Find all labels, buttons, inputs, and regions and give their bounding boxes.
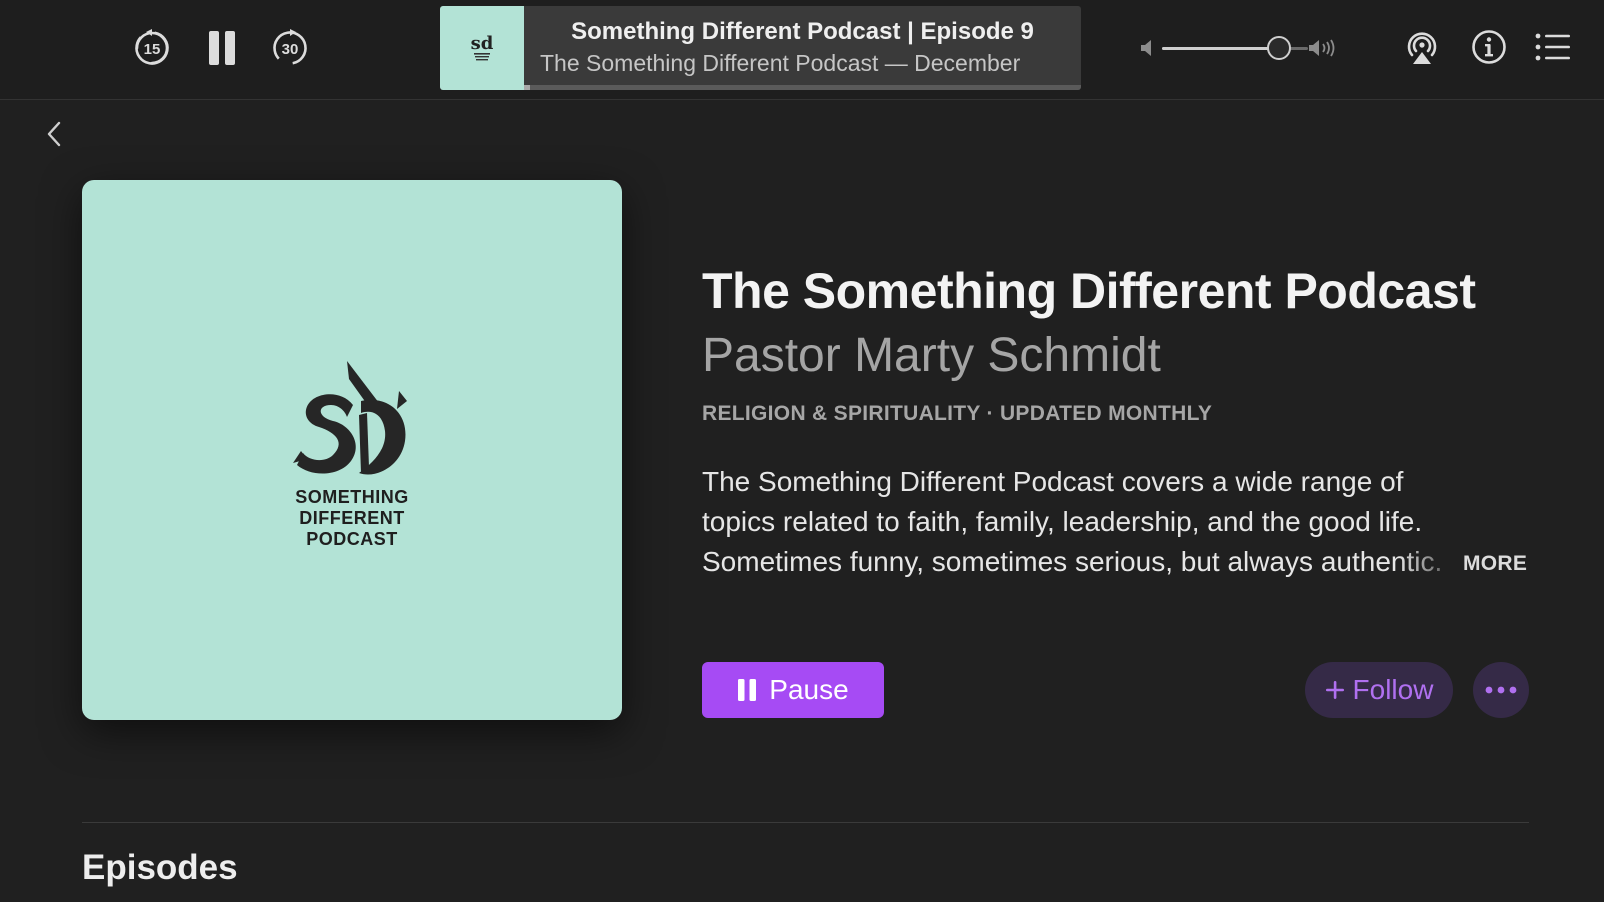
follow-button-label: Follow: [1352, 674, 1434, 705]
playback-progress-bar[interactable]: [524, 85, 1081, 90]
now-playing-subtitle: The Something Different Podcast — Decemb…: [540, 50, 1021, 76]
section-divider: [82, 822, 1529, 823]
podcast-app-window: 15 30 sd Something Different Podcast | E…: [0, 0, 1604, 902]
pause-icon: [738, 679, 757, 701]
volume-control: [1140, 30, 1338, 66]
svg-text:sd: sd: [471, 33, 494, 54]
cover-title-text: SOMETHING DIFFERENT PODCAST: [82, 487, 622, 550]
skip-forward-button[interactable]: 30: [270, 28, 310, 68]
podcast-update-frequency: UPDATED MONTHLY: [999, 402, 1213, 425]
cover-text-line-1: SOMETHING: [295, 487, 409, 507]
volume-slider-fill: [1162, 47, 1279, 50]
description-more-link[interactable]: MORE: [1463, 552, 1527, 576]
airplay-icon: [1407, 32, 1437, 64]
podcast-category[interactable]: RELIGION & SPIRITUALITY: [702, 402, 980, 425]
episodes-heading: Episodes: [82, 848, 238, 887]
playback-progress-fill: [524, 85, 530, 90]
now-playing-title: Something Different Podcast | Episode 9: [571, 18, 1034, 45]
volume-low-icon: [1141, 40, 1151, 56]
chevron-left-icon: [47, 121, 61, 147]
info-button[interactable]: [1471, 29, 1507, 65]
skip-back-label: 15: [143, 41, 161, 58]
cover-text-line-3: PODCAST: [306, 529, 398, 549]
playback-toolbar: 15 30 sd Something Different Podcast | E…: [0, 0, 1604, 100]
now-playing-subtitle-container: The Something Different Podcast — Decemb…: [540, 50, 1063, 77]
plus-icon: [1325, 681, 1344, 699]
volume-slider-knob[interactable]: [1266, 36, 1291, 60]
podcast-logo-icon: sd: [471, 33, 494, 61]
ellipsis-icon: [1485, 686, 1517, 694]
skip-forward-label: 30: [281, 41, 299, 58]
sd-monogram-icon: [293, 361, 407, 475]
airplay-button[interactable]: [1403, 29, 1441, 67]
podcast-cover-art: SOMETHING DIFFERENT PODCAST: [82, 180, 622, 720]
pause-button[interactable]: Pause: [702, 662, 884, 718]
pause-button-label: Pause: [769, 674, 849, 705]
podcast-description-container: The Something Different Podcast covers a…: [702, 462, 1528, 586]
info-icon: [1472, 30, 1506, 64]
back-button[interactable]: [40, 118, 68, 150]
toolbar-pause-button[interactable]: [204, 28, 240, 68]
podcast-author[interactable]: Pastor Marty Schmidt: [702, 328, 1161, 383]
pause-icon: [209, 31, 235, 65]
podcast-meta: RELIGION & SPIRITUALITY · UPDATED MONTHL…: [702, 402, 1212, 426]
now-playing-artwork: sd: [440, 6, 524, 90]
description-fade: [1398, 546, 1468, 586]
podcast-title: The Something Different Podcast: [702, 263, 1476, 319]
volume-high-icon: [1309, 39, 1335, 57]
now-playing-panel[interactable]: sd Something Different Podcast | Episode…: [440, 6, 1081, 90]
queue-button[interactable]: [1534, 30, 1572, 64]
queue-list-icon: [1535, 33, 1570, 61]
skip-back-button[interactable]: 15: [132, 28, 172, 68]
meta-separator: ·: [986, 402, 994, 425]
more-options-button[interactable]: [1473, 662, 1529, 718]
cover-text-line-2: DIFFERENT: [299, 508, 405, 528]
podcast-description: The Something Different Podcast covers a…: [702, 466, 1443, 577]
follow-button[interactable]: Follow: [1305, 662, 1453, 718]
cover-logo: SOMETHING DIFFERENT PODCAST: [82, 355, 622, 550]
